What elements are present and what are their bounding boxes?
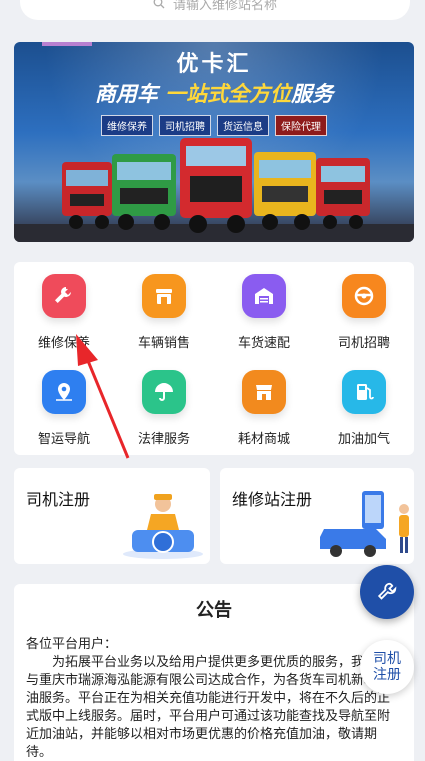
announcement-body: 为拓展平台业务以及给用户提供更多更优质的服务，我司已与重庆市瑞源海泓能源有限公司…: [26, 655, 391, 760]
service-fuel[interactable]: 加油加气: [314, 366, 414, 462]
service-label: 司机招聘: [337, 336, 390, 351]
driver-illustration: [123, 494, 203, 559]
truck-red-center: [180, 138, 252, 233]
wrench-icon: [377, 582, 397, 600]
garage-icon: [242, 274, 286, 318]
truck-red-right: [316, 158, 370, 229]
wrench-icon: [42, 274, 86, 318]
steering-wheel-icon: [342, 274, 386, 318]
trucks-illustration: [14, 138, 414, 242]
announcement-greeting: 各位平台用户：: [26, 637, 118, 652]
announcement-title: 公告: [196, 600, 232, 621]
driver-register-card[interactable]: 司机注册: [14, 468, 210, 564]
service-legal[interactable]: 法律服务: [114, 366, 214, 462]
banner-tagline: 商用车 一站式全方位服务: [94, 82, 334, 106]
service-label: 智运导航: [37, 432, 90, 447]
shop-icon: [242, 370, 286, 414]
station-register-title: 维修站注册: [232, 490, 313, 509]
service-vehicle-sales[interactable]: 车辆销售: [114, 270, 214, 366]
driver-register-title: 司机注册: [26, 490, 91, 509]
service-consumables-mall[interactable]: 耗材商城: [214, 366, 314, 462]
service-label: 法律服务: [137, 432, 190, 447]
service-label: 车辆销售: [137, 336, 190, 351]
service-driver-recruit[interactable]: 司机招聘: [314, 270, 414, 366]
truck-green: [112, 154, 176, 230]
search-bar[interactable]: 请输入维修站名称: [20, 0, 410, 20]
service-maintenance[interactable]: 维修保养: [14, 270, 114, 366]
banner-brand: 优卡汇: [176, 52, 252, 77]
store-icon: [142, 274, 186, 318]
service-grid: 维修保养 车辆销售 车货速配 司机招聘 智运导航 法律服务 耗材商城 加油加气: [14, 262, 414, 455]
service-label: 耗材商城: [237, 432, 290, 447]
truck-red-left: [62, 162, 112, 229]
service-navigation[interactable]: 智运导航: [14, 366, 114, 462]
service-label: 车货速配: [237, 336, 290, 351]
promo-banner[interactable]: 优卡汇 商用车 一站式全方位服务 维修保养 司机招聘 货运信息 保险代理: [14, 42, 414, 242]
station-register-card[interactable]: 维修站注册: [220, 468, 414, 564]
search-placeholder: 请输入维修站名称: [172, 0, 277, 13]
repair-station-illustration: [320, 491, 409, 557]
service-label: 维修保养: [37, 336, 90, 351]
map-pin-icon: [42, 370, 86, 414]
announcement-panel: 公告 各位平台用户： 为拓展平台业务以及给用户提供更多更优质的服务，我司已与重庆…: [14, 584, 414, 761]
service-label: 加油加气: [337, 432, 390, 447]
service-cargo-matching[interactable]: 车货速配: [214, 270, 314, 366]
repair-fab-button[interactable]: [360, 565, 414, 619]
umbrella-icon: [142, 370, 186, 414]
search-icon: [153, 0, 165, 9]
fuel-icon: [342, 370, 386, 414]
truck-yellow: [254, 152, 316, 230]
driver-register-float-button[interactable]: 司机 注册: [360, 640, 414, 694]
